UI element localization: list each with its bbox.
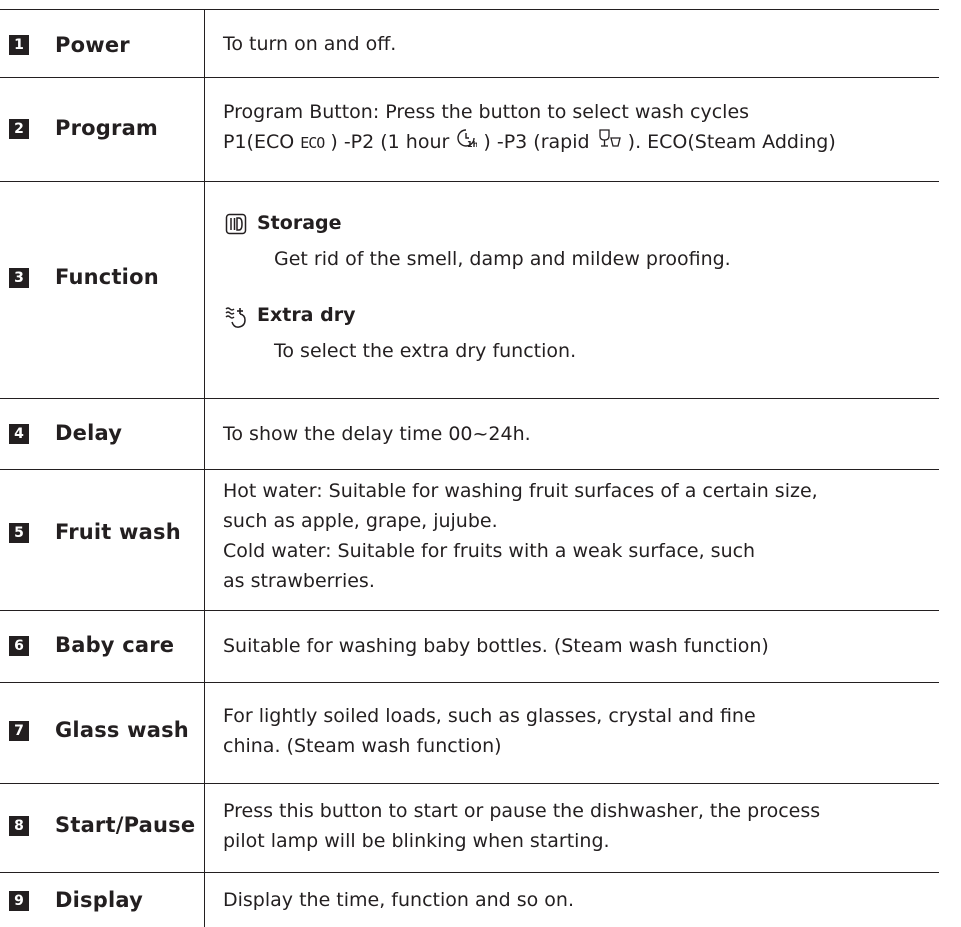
row-divider: [0, 783, 939, 784]
row-desc: Press this button to start or pause the …: [223, 800, 821, 822]
row-label-start-pause: Start/Pause: [55, 813, 196, 837]
row-number-badge: 2: [9, 119, 29, 139]
cycle-text: ). ECO(Steam Adding): [621, 131, 836, 153]
row-divider: [0, 872, 939, 873]
cycle-text: ) -P2 (1 hour: [324, 131, 456, 153]
eco-mark: ECO: [300, 134, 325, 152]
extra-dry-icon: [224, 305, 250, 333]
row-label-program: Program: [55, 116, 159, 140]
row-label-function: Function: [55, 265, 159, 289]
row-desc: as strawberries.: [223, 570, 375, 592]
row-divider: [0, 610, 939, 611]
row-number-badge: 8: [9, 816, 29, 836]
function-extra-dry-title: Extra dry: [257, 304, 356, 326]
row-label-delay: Delay: [55, 421, 123, 445]
row-number-badge: 7: [9, 721, 29, 741]
svg-text:1h: 1h: [467, 140, 477, 149]
row-number-badge: 4: [9, 424, 29, 444]
top-rule: [0, 9, 939, 10]
row-desc: To turn on and off.: [223, 33, 397, 55]
row-divider: [0, 181, 939, 182]
column-divider: [204, 9, 205, 927]
row-desc: Cold water: Suitable for fruits with a w…: [223, 540, 756, 562]
row-desc: Suitable for washing baby bottles. (Stea…: [223, 635, 769, 657]
row-divider: [0, 77, 939, 78]
row-desc-cycles: P1(ECO ECO ) -P2 (1 hour 1h ) -P3 (rapid…: [223, 127, 836, 158]
row-divider: [0, 469, 939, 470]
row-desc: To show the delay time 00~24h.: [223, 423, 531, 445]
one-hour-clock-icon: 1h: [455, 127, 479, 158]
row-label-glass-wash: Glass wash: [55, 718, 189, 742]
row-divider: [0, 682, 939, 683]
row-divider: [0, 398, 939, 399]
cycle-text: ) -P3 (rapid: [477, 131, 596, 153]
row-desc: Display the time, function and so on.: [223, 889, 575, 911]
row-desc: china. (Steam wash function): [223, 735, 502, 757]
row-number-badge: 5: [9, 523, 29, 543]
rapid-glass-icon: [596, 127, 622, 158]
row-number-badge: 6: [9, 636, 29, 656]
storage-icon: [225, 213, 247, 239]
row-label-power: Power: [55, 33, 130, 57]
function-storage-title: Storage: [257, 212, 342, 234]
row-label-fruit-wash: Fruit wash: [55, 520, 181, 544]
function-extra-dry-text: To select the extra dry function.: [274, 340, 577, 362]
row-number-badge: 9: [9, 891, 29, 911]
row-label-display: Display: [55, 888, 143, 912]
row-number-badge: 3: [9, 268, 29, 288]
cycle-text: P1(ECO: [223, 131, 301, 153]
row-desc: For lightly soiled loads, such as glasse…: [223, 705, 756, 727]
row-desc: pilot lamp will be blinking when startin…: [223, 830, 610, 852]
row-desc: such as apple, grape, jujube.: [223, 510, 498, 532]
function-storage-text: Get rid of the smell, damp and mildew pr…: [274, 248, 731, 270]
row-desc: Hot water: Suitable for washing fruit su…: [223, 480, 818, 502]
row-number-badge: 1: [9, 35, 29, 55]
row-desc: Program Button: Press the button to sele…: [223, 101, 750, 123]
row-label-baby-care: Baby care: [55, 633, 175, 657]
